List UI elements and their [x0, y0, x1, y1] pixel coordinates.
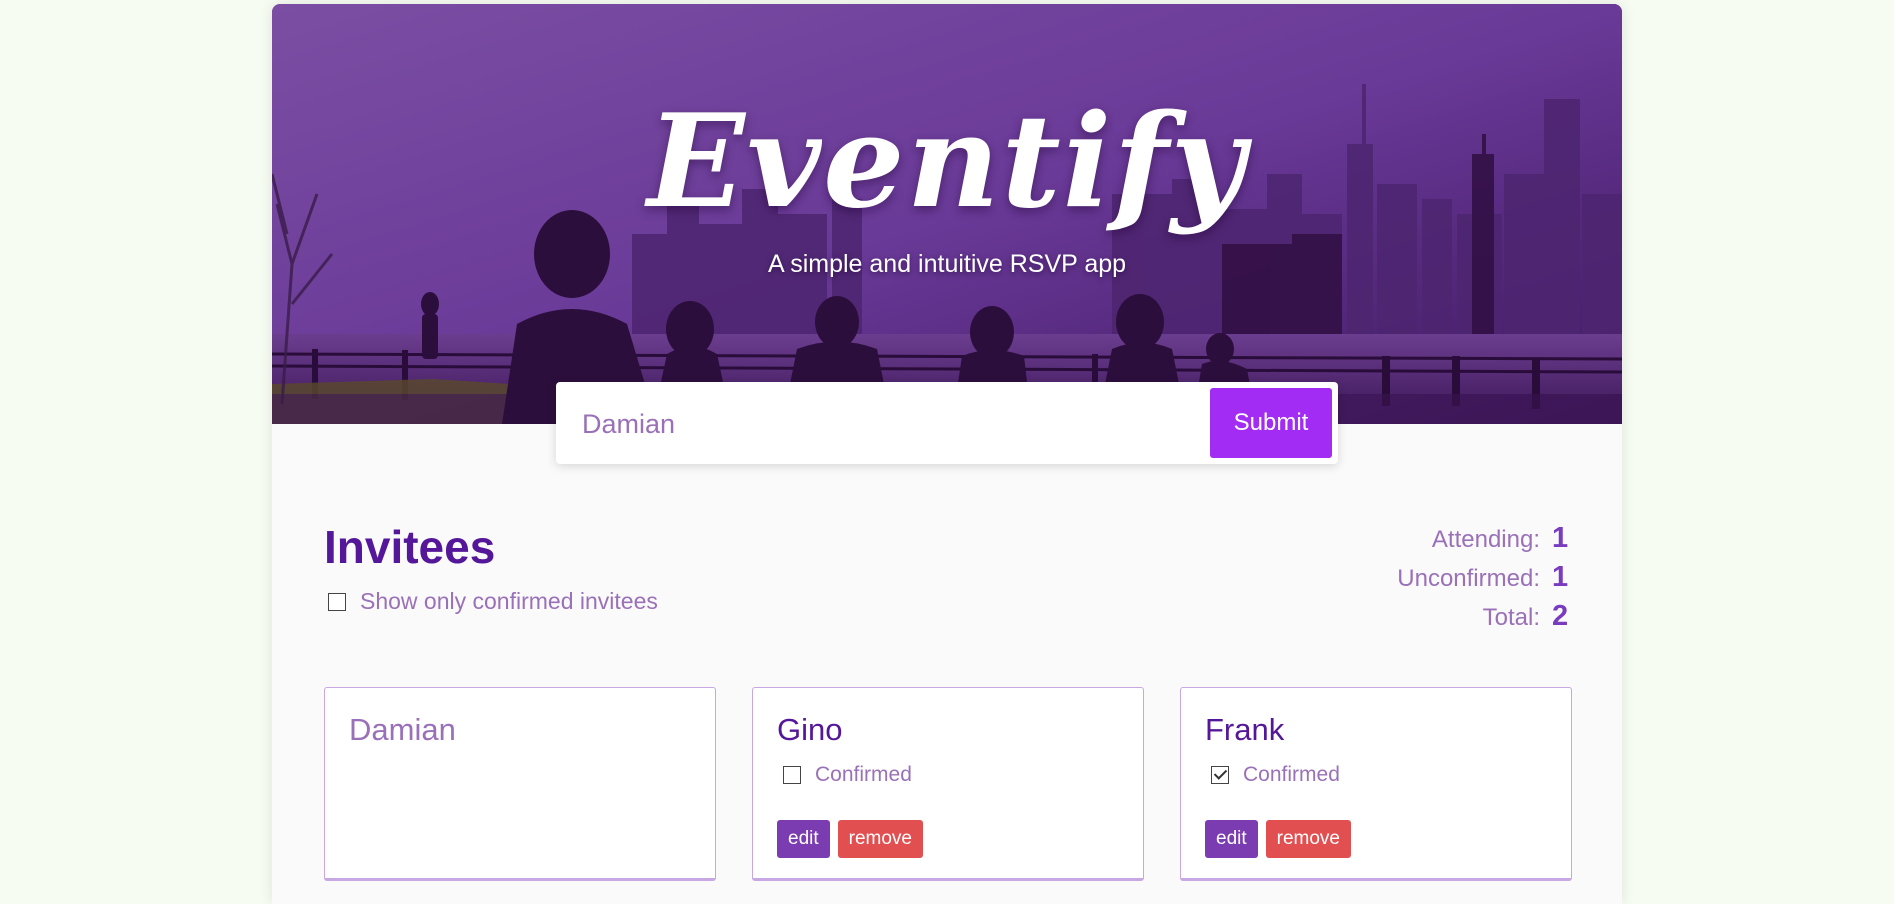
- submit-button[interactable]: Submit: [1210, 388, 1332, 458]
- attending-label: Attending:: [1431, 526, 1540, 553]
- card-actions: edit remove: [1205, 820, 1351, 858]
- edit-button[interactable]: edit: [777, 820, 830, 858]
- edit-button[interactable]: edit: [1205, 820, 1258, 858]
- confirmed-label: Confirmed: [1243, 763, 1340, 786]
- confirmed-checkbox[interactable]: [1211, 766, 1229, 784]
- app-container: Eventify A simple and intuitive RSVP app…: [272, 4, 1622, 904]
- rsvp-counter: Attending: 1 Unconfirmed: 1 Total: 2: [1397, 522, 1572, 639]
- confirmed-filter-label: Show only confirmed invitees: [360, 588, 658, 614]
- total-row: Total: 2: [1397, 600, 1572, 639]
- invitee-name: Damian: [349, 712, 456, 747]
- unconfirmed-label: Unconfirmed:: [1397, 565, 1540, 592]
- add-invitee-form: Submit: [556, 382, 1338, 464]
- app-title: Eventify: [647, 87, 1247, 237]
- confirmed-checkbox[interactable]: [783, 766, 801, 784]
- total-label: Total:: [1482, 604, 1540, 631]
- attending-row: Attending: 1: [1397, 522, 1572, 561]
- app-subtitle: A simple and intuitive RSVP app: [767, 250, 1127, 278]
- unconfirmed-count: 1: [1552, 561, 1569, 593]
- invitee-name: Gino: [777, 712, 843, 747]
- remove-button[interactable]: remove: [1265, 820, 1351, 858]
- card-actions: edit remove: [777, 820, 923, 858]
- invitee-name-input[interactable]: [580, 400, 1184, 448]
- confirmed-toggle[interactable]: Confirmed: [783, 763, 912, 787]
- confirmed-toggle[interactable]: Confirmed: [1211, 763, 1340, 787]
- invitee-card: Frank Confirmed edit remove: [1180, 687, 1572, 881]
- invitees-heading: Invitees: [324, 521, 496, 573]
- total-count: 2: [1552, 600, 1569, 632]
- confirmed-filter-checkbox[interactable]: [328, 592, 346, 611]
- invitee-card-pending: Damian: [324, 687, 716, 881]
- attending-count: 1: [1552, 522, 1569, 554]
- hero-banner: Eventify A simple and intuitive RSVP app: [272, 4, 1622, 424]
- invitee-name: Frank: [1205, 712, 1285, 747]
- confirmed-label: Confirmed: [815, 763, 912, 786]
- remove-button[interactable]: remove: [837, 820, 923, 858]
- confirmed-filter[interactable]: Show only confirmed invitees: [328, 588, 658, 615]
- unconfirmed-row: Unconfirmed: 1: [1397, 561, 1572, 600]
- invitee-card: Gino Confirmed edit remove: [752, 687, 1144, 881]
